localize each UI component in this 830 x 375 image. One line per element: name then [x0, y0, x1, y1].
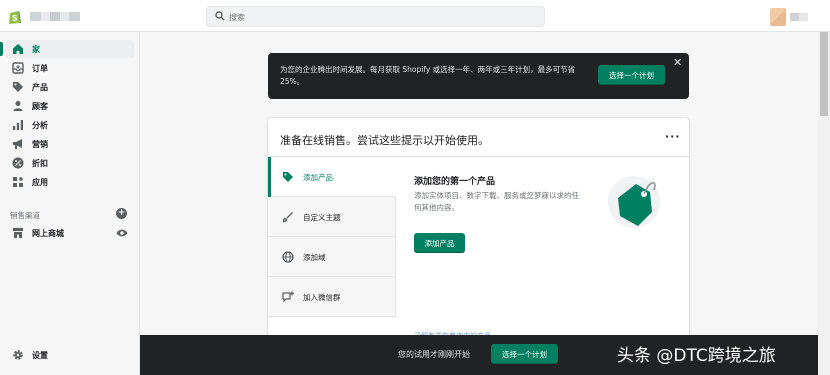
store-icon [11, 226, 25, 240]
top-bar: S [0, 0, 830, 32]
sidebar-item-discounts[interactable]: 折扣 [6, 154, 134, 172]
sidebar-item-label: 网上商城 [32, 228, 64, 238]
sidebar-item-apps[interactable]: 应用 [6, 173, 134, 191]
store-name-blurred [30, 12, 80, 21]
watermark-text: 头条 @DTC跨境之旅 [617, 346, 776, 366]
sales-channels-heading: 销售渠道 [10, 211, 40, 220]
search-icon [215, 11, 225, 24]
more-actions-icon[interactable]: ··· [665, 130, 681, 143]
home-icon [11, 42, 25, 56]
sidebar-item-label: 营销 [32, 139, 48, 149]
detail-description: 添加实体项目、数字下载、服务或您梦寐以求的任何其他内容。 [414, 191, 579, 212]
task-customize-theme[interactable]: 自定义主题 [268, 197, 396, 237]
sidebar-item-label: 应用 [32, 177, 48, 187]
trial-text: 您的试用才刚刚开始 [398, 350, 470, 359]
detail-title: 添加您的第一个产品 [414, 177, 496, 187]
choose-plan-button[interactable]: 选择一个计划 [598, 65, 665, 85]
task-label: 添加域 [303, 253, 326, 262]
shopify-logo-icon[interactable]: S [8, 9, 22, 25]
search-input[interactable] [229, 9, 529, 25]
task-add-product[interactable]: 添加产品 [268, 157, 396, 197]
product-tag-illustration-icon [604, 170, 664, 233]
search-bar[interactable] [206, 6, 545, 27]
choose-plan-button[interactable]: 选择一个计划 [491, 344, 558, 364]
gear-icon [11, 348, 25, 362]
task-label: 加入微信群 [303, 293, 341, 302]
task-add-domain[interactable]: 添加域 [268, 237, 396, 277]
task-label: 添加产品 [303, 173, 333, 182]
scrollbar-thumb[interactable] [820, 32, 828, 116]
globe-icon [281, 250, 295, 264]
sidebar-item-label: 分析 [32, 120, 48, 130]
trial-bar: 您的试用才刚刚开始 选择一个计划 头条 @DTC跨境之旅 [140, 335, 818, 375]
megaphone-icon [11, 137, 25, 151]
add-channel-icon[interactable]: + [116, 208, 127, 219]
sidebar-item-settings[interactable]: 设置 [6, 346, 134, 364]
sidebar-item-orders[interactable]: 订单 [6, 59, 134, 77]
user-name-blurred [790, 13, 808, 21]
active-indicator [0, 42, 3, 56]
sidebar-item-online-store[interactable]: 网上商城 [6, 224, 134, 242]
task-label: 自定义主题 [303, 213, 341, 222]
sidebar-item-label: 产品 [32, 82, 48, 92]
discount-icon [11, 156, 25, 170]
sidebar-item-label: 订单 [32, 63, 48, 73]
task-join-wechat[interactable]: 加入微信群 [268, 277, 396, 317]
card-title: 准备在线销售。尝试这些提示以开始使用。 [280, 134, 489, 147]
sidebar-item-analytics[interactable]: 分析 [6, 116, 134, 134]
scrollbar[interactable] [818, 32, 830, 375]
chat-add-icon [281, 290, 295, 304]
avatar[interactable] [770, 8, 786, 26]
apps-icon [11, 175, 25, 189]
sidebar: 家 订单 产品 顾客 分析 营销 折扣 应用 销售渠道 + 网上商城 设置 [0, 32, 140, 375]
sidebar-item-home[interactable]: 家 [0, 40, 134, 58]
person-icon [11, 99, 25, 113]
orders-icon [11, 61, 25, 75]
brush-icon [281, 210, 295, 224]
close-icon[interactable]: ✕ [673, 56, 682, 69]
active-indicator [268, 157, 271, 197]
eye-icon[interactable] [116, 228, 128, 241]
setup-guide-card: 准备在线销售。尝试这些提示以开始使用。 ··· 添加产品 自定义主题 添加域 加… [268, 118, 689, 343]
sidebar-item-products[interactable]: 产品 [6, 78, 134, 96]
banner-text: 为您的企业腾出时间发展。每月获取 Shopify 或选择一年、两年或三年计划，最… [280, 65, 576, 86]
sidebar-item-label: 设置 [32, 350, 48, 360]
add-product-button[interactable]: 添加产品 [414, 233, 465, 253]
sidebar-item-label: 家 [32, 44, 40, 54]
sidebar-item-label: 折扣 [32, 158, 48, 168]
sidebar-item-label: 顾客 [32, 101, 48, 111]
sidebar-item-marketing[interactable]: 营销 [6, 135, 134, 153]
tag-icon [11, 80, 25, 94]
plan-banner: 为您的企业腾出时间发展。每月获取 Shopify 或选择一年、两年或三年计划，最… [268, 53, 689, 99]
tag-icon [281, 170, 295, 184]
sidebar-item-customers[interactable]: 顾客 [6, 97, 134, 115]
svg-text:S: S [12, 14, 18, 23]
bar-chart-icon [11, 118, 25, 132]
